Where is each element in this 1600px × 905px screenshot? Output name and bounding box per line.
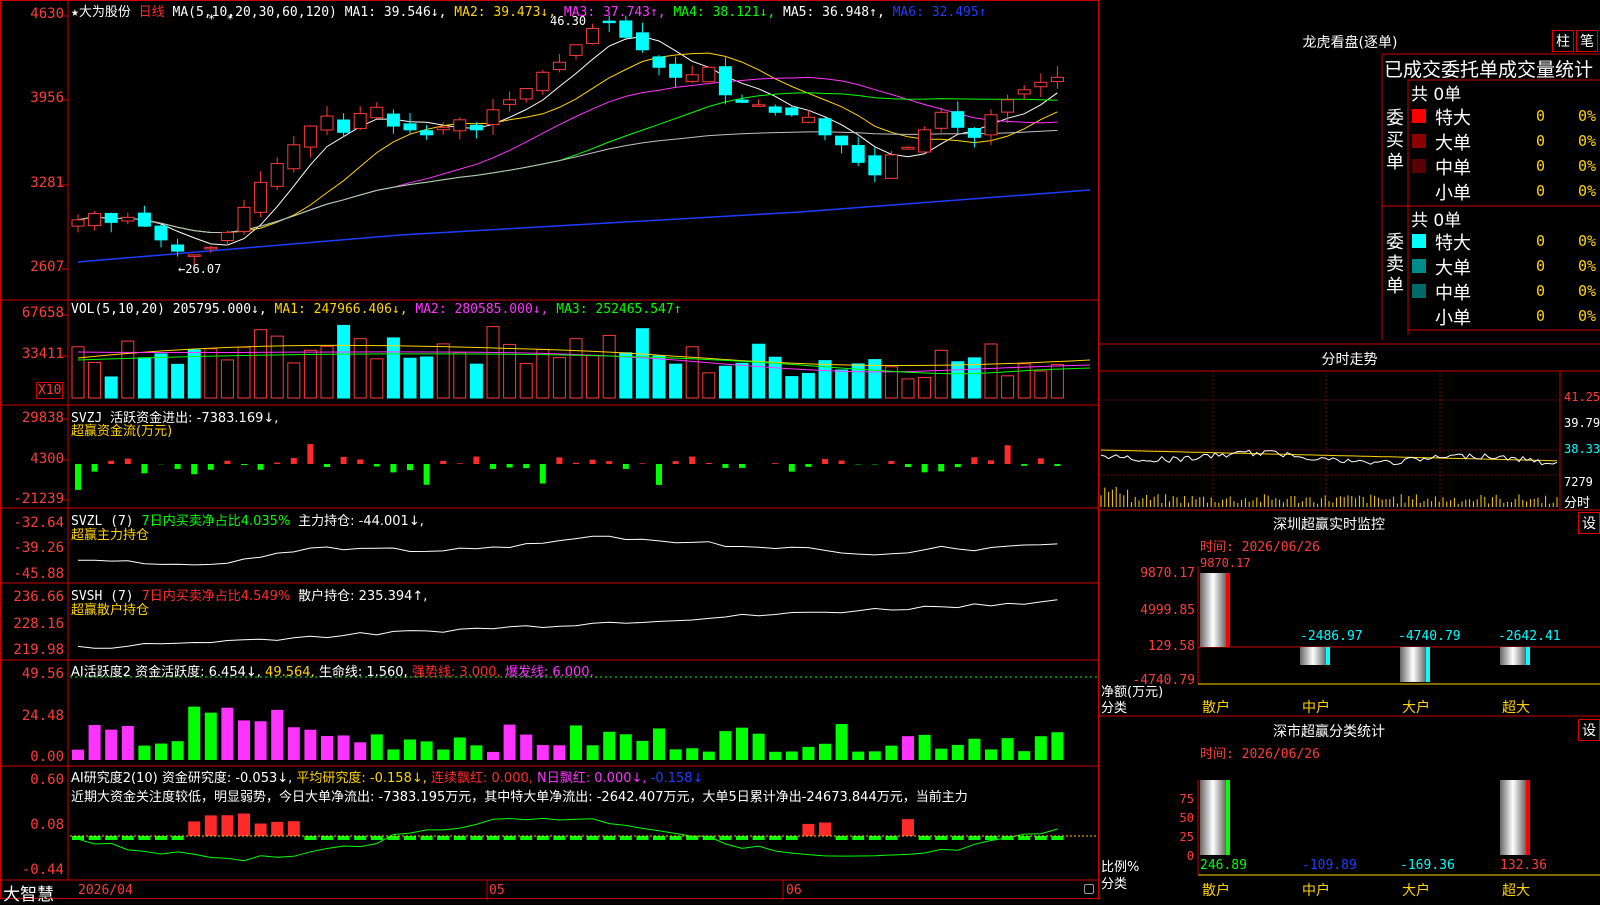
classify-cat: 中户 (1302, 880, 1330, 900)
classify-value: 246.89 (1200, 858, 1247, 873)
classify-value: -169.36 (1400, 858, 1455, 873)
classify-value: 132.36 (1500, 858, 1547, 873)
classify-bar-chart (0, 0, 1600, 900)
classify-x-unit: 分类 (1101, 873, 1127, 892)
retail-ratio-bar-edge (1226, 780, 1230, 855)
super-ratio-bar (1500, 780, 1526, 855)
classify-cat: 超大 (1502, 880, 1530, 900)
classify-cat: 散户 (1202, 880, 1230, 900)
classify-cat: 大户 (1402, 880, 1430, 900)
classify-value: -109.89 (1302, 858, 1357, 873)
super-ratio-bar-edge (1526, 780, 1530, 855)
retail-ratio-bar (1200, 780, 1226, 855)
